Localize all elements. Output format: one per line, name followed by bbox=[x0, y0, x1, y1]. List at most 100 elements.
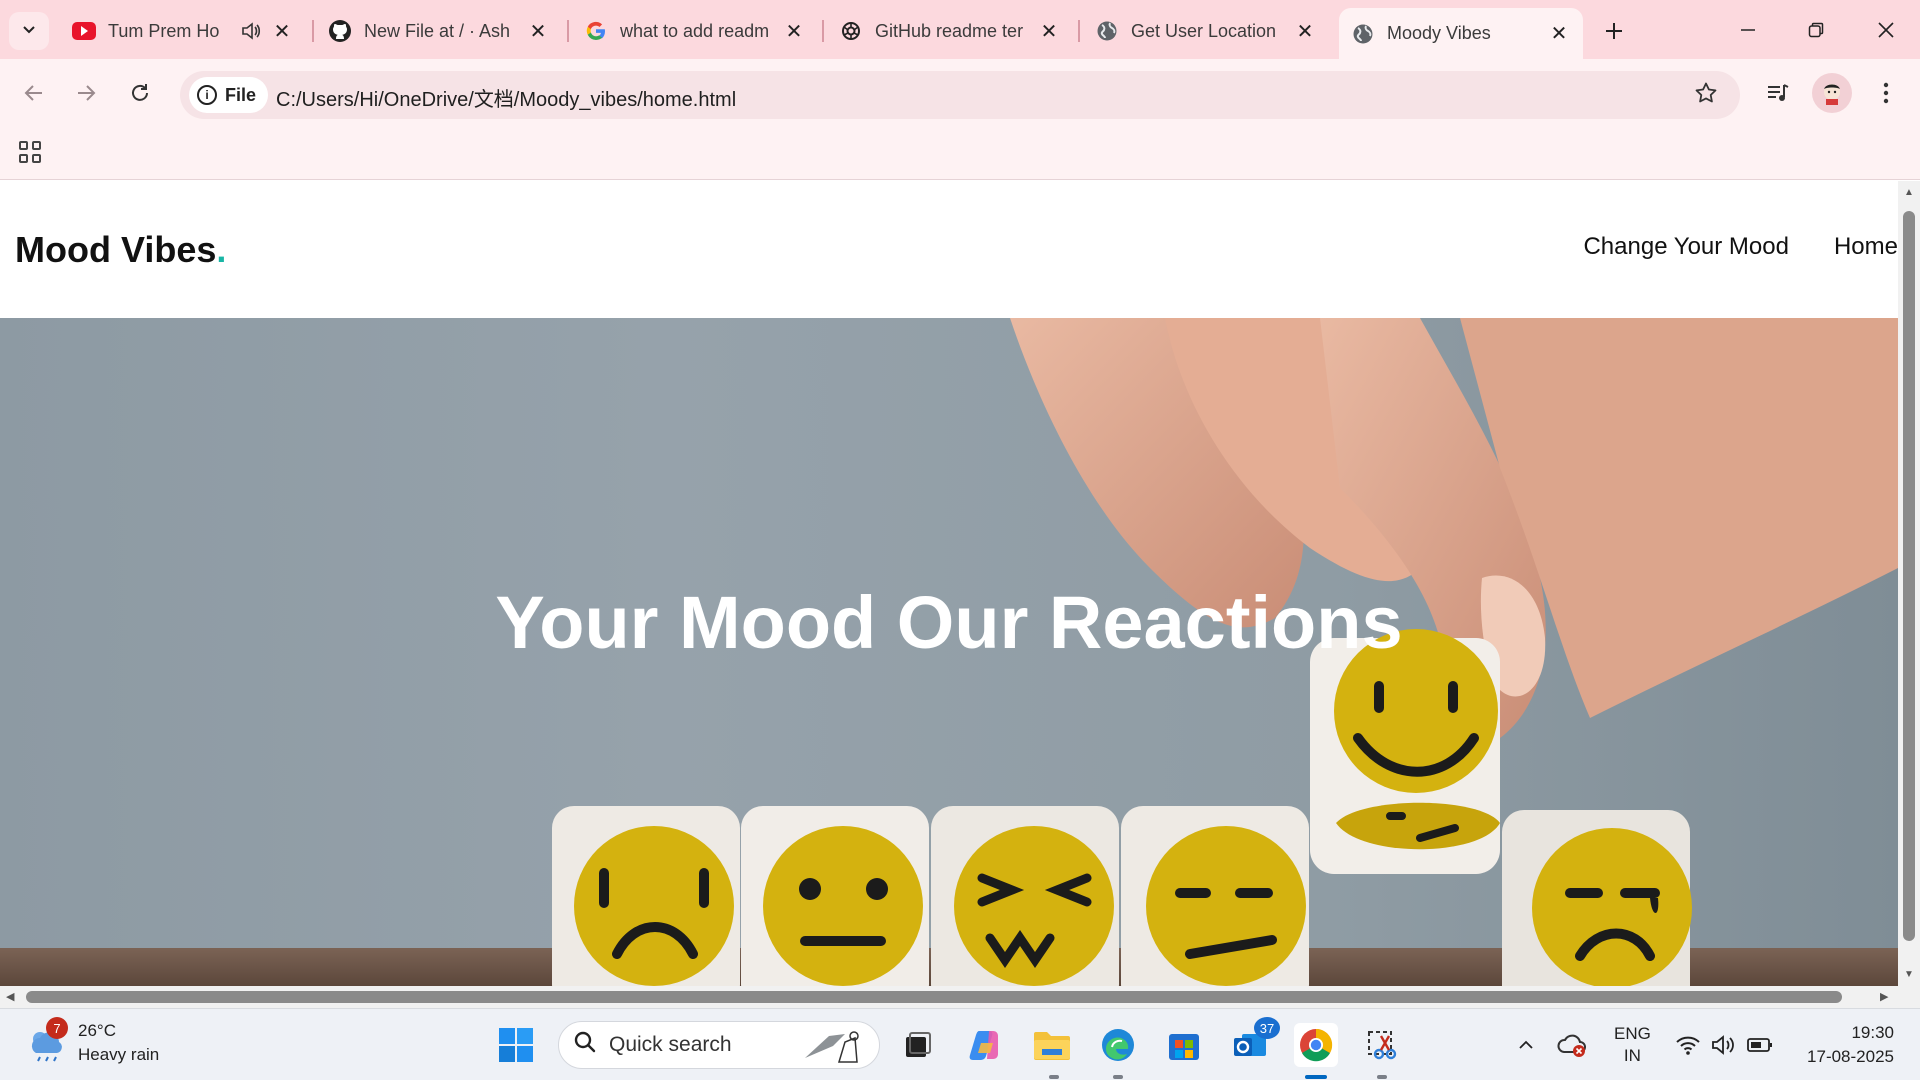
task-view-icon[interactable] bbox=[896, 1023, 940, 1067]
minimize-button[interactable] bbox=[1714, 0, 1782, 59]
tab-title: GitHub readme ter bbox=[875, 20, 1024, 41]
nav-link-change-mood[interactable]: Change Your Mood bbox=[1583, 233, 1789, 261]
close-tab-icon[interactable]: ✕ bbox=[1037, 19, 1061, 43]
bookmarks-bar bbox=[0, 130, 1920, 180]
onedrive-error-icon[interactable] bbox=[1550, 1023, 1594, 1067]
tab-separator bbox=[312, 20, 314, 42]
site-info-chip[interactable]: i File bbox=[189, 77, 269, 113]
avatar bbox=[1812, 73, 1852, 113]
close-tab-icon[interactable]: ✕ bbox=[1547, 22, 1571, 46]
scheme-label: File bbox=[225, 84, 257, 105]
search-highlight-icon bbox=[799, 1028, 869, 1070]
weather-widget[interactable]: 7 26°C Heavy rain bbox=[26, 1017, 160, 1067]
running-indicator bbox=[1049, 1075, 1059, 1079]
tab-search-button[interactable] bbox=[9, 12, 49, 50]
bookmark-star-icon[interactable] bbox=[1694, 81, 1718, 112]
weather-desc: Heavy rain bbox=[78, 1045, 160, 1064]
page-viewport: Mood Vibes. Change Your Mood Home Your M… bbox=[0, 181, 1898, 986]
tab-title: what to add readm bbox=[620, 20, 770, 41]
battery-icon[interactable] bbox=[1738, 1023, 1782, 1067]
weather-icon: 7 bbox=[26, 1017, 68, 1063]
tab-get-user-location[interactable]: Get User Location ✕ bbox=[1083, 10, 1329, 52]
tab-what-to-add-readme[interactable]: what to add readm ✕ bbox=[572, 10, 818, 52]
tab-separator bbox=[1078, 20, 1080, 42]
tab-github-readme[interactable]: GitHub readme ter ✕ bbox=[827, 10, 1073, 52]
clock-time: 19:30 bbox=[1851, 1023, 1894, 1042]
region-code: IN bbox=[1623, 1046, 1641, 1065]
snipping-tool-icon[interactable] bbox=[1360, 1023, 1404, 1067]
url-text[interactable]: C:/Users/Hi/OneDrive/文档/Moody_vibes/home… bbox=[276, 83, 736, 112]
globe-icon bbox=[1095, 19, 1119, 43]
globe-icon bbox=[1351, 22, 1375, 46]
back-button[interactable] bbox=[12, 71, 56, 115]
tab-separator bbox=[822, 20, 824, 42]
chrome-taskbar-icon[interactable] bbox=[1294, 1023, 1338, 1067]
tab-new-file[interactable]: New File at / · Ash ✕ bbox=[316, 10, 562, 52]
search-icon bbox=[573, 1030, 597, 1060]
reload-button[interactable] bbox=[118, 71, 162, 115]
running-indicator bbox=[1113, 1075, 1123, 1079]
edge-icon[interactable] bbox=[1096, 1023, 1140, 1067]
clock[interactable]: 19:30 17-08-2025 bbox=[1790, 1021, 1894, 1069]
language-code: ENG bbox=[1614, 1024, 1651, 1043]
scroll-right-arrow-icon[interactable]: ▶ bbox=[1880, 990, 1888, 1003]
tab-separator bbox=[567, 20, 569, 42]
microsoft-store-icon[interactable] bbox=[1162, 1023, 1206, 1067]
chevron-down-icon bbox=[21, 21, 37, 42]
tab-title: Tum Prem Ho bbox=[108, 20, 220, 41]
brand-dot: . bbox=[216, 229, 227, 270]
tab-strip: Tum Prem Ho ✕ New File at / · Ash ✕ what… bbox=[0, 0, 1920, 59]
new-tab-button[interactable] bbox=[1597, 14, 1631, 48]
tab-tum-prem-ho[interactable]: Tum Prem Ho ✕ bbox=[60, 10, 306, 52]
close-tab-icon[interactable]: ✕ bbox=[270, 19, 294, 43]
close-tab-icon[interactable]: ✕ bbox=[782, 19, 806, 43]
scroll-up-arrow-icon[interactable]: ▲ bbox=[1904, 187, 1914, 198]
windows-start-icon[interactable] bbox=[494, 1023, 538, 1067]
language-indicator[interactable]: ENG IN bbox=[1614, 1023, 1651, 1067]
show-hidden-icons-chevron-icon[interactable] bbox=[1504, 1023, 1548, 1067]
close-tab-icon[interactable]: ✕ bbox=[526, 19, 550, 43]
running-indicator bbox=[1377, 1075, 1387, 1079]
scroll-down-arrow-icon[interactable]: ▼ bbox=[1904, 969, 1914, 980]
site-header: Mood Vibes. Change Your Mood Home bbox=[0, 181, 1898, 318]
windows-taskbar: 7 26°C Heavy rain Quick search 37 ENG IN… bbox=[0, 1008, 1920, 1080]
running-indicator-active bbox=[1305, 1075, 1327, 1079]
scroll-left-arrow-icon[interactable]: ◀ bbox=[6, 990, 14, 1003]
site-logo[interactable]: Mood Vibes. bbox=[15, 229, 226, 271]
apps-grid-icon[interactable] bbox=[16, 138, 44, 166]
tab-title: Get User Location bbox=[1131, 20, 1277, 41]
openai-icon bbox=[839, 19, 863, 43]
outlook-icon[interactable]: 37 bbox=[1228, 1017, 1280, 1067]
restore-button[interactable] bbox=[1782, 0, 1850, 59]
info-icon: i bbox=[197, 85, 217, 105]
copilot-icon[interactable] bbox=[963, 1023, 1007, 1067]
chrome-menu-button[interactable] bbox=[1864, 71, 1908, 115]
speaker-icon[interactable] bbox=[240, 20, 262, 42]
file-explorer-icon[interactable] bbox=[1030, 1023, 1074, 1067]
close-window-button[interactable] bbox=[1852, 0, 1920, 59]
taskbar-search[interactable]: Quick search bbox=[558, 1021, 880, 1069]
google-icon bbox=[584, 19, 608, 43]
horizontal-scroll-thumb[interactable] bbox=[26, 991, 1842, 1003]
tab-title: New File at / · Ash bbox=[364, 20, 511, 41]
hero-section: Your Mood Our Reactions bbox=[0, 318, 1898, 986]
browser-toolbar: i File C:/Users/Hi/OneDrive/文档/Moody_vib… bbox=[0, 59, 1920, 130]
weather-temp: 26°C bbox=[78, 1021, 116, 1040]
forward-button[interactable] bbox=[64, 71, 108, 115]
vertical-scrollbar[interactable]: ▲ ▼ bbox=[1898, 181, 1920, 986]
profile-button[interactable] bbox=[1810, 71, 1854, 115]
github-icon bbox=[328, 19, 352, 43]
scrollbar-corner bbox=[1898, 986, 1920, 1008]
vertical-scroll-thumb[interactable] bbox=[1903, 211, 1915, 941]
outlook-badge: 37 bbox=[1254, 1017, 1280, 1039]
tab-title: Moody Vibes bbox=[1387, 23, 1491, 43]
nav-link-home[interactable]: Home bbox=[1834, 233, 1898, 261]
media-controls-button[interactable] bbox=[1756, 71, 1800, 115]
close-tab-icon[interactable]: ✕ bbox=[1293, 19, 1317, 43]
youtube-icon bbox=[72, 19, 96, 43]
address-bar[interactable]: i File C:/Users/Hi/OneDrive/文档/Moody_vib… bbox=[180, 71, 1740, 119]
brand-name: Mood Vibes bbox=[15, 229, 217, 270]
tab-moody-vibes[interactable]: Moody Vibes ✕ bbox=[1339, 8, 1583, 59]
site-nav: Change Your Mood Home bbox=[1538, 233, 1898, 261]
horizontal-scrollbar[interactable]: ◀ ▶ bbox=[0, 986, 1898, 1008]
